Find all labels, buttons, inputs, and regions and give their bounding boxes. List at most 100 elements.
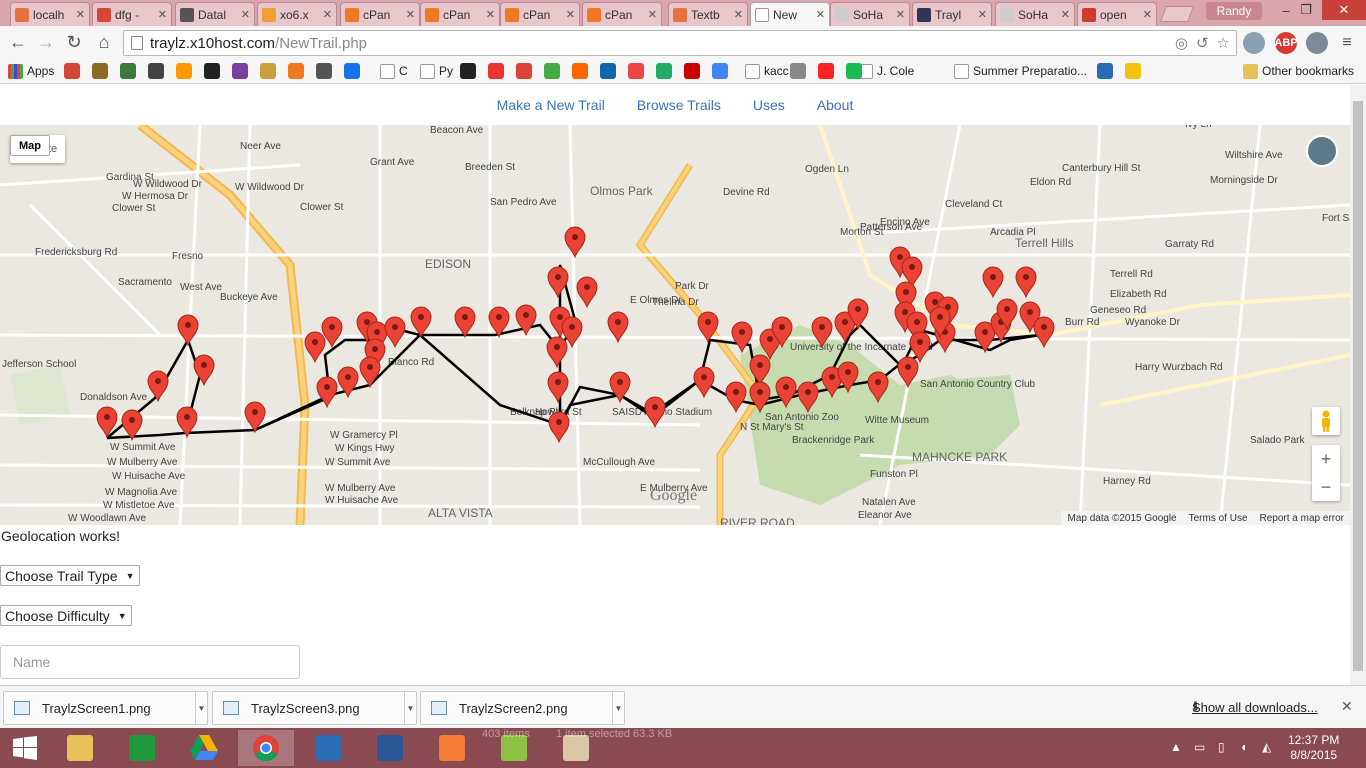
bookmark-favicon-icon[interactable] (92, 63, 108, 79)
tray-up-arrow-icon[interactable]: ▲ (1170, 740, 1182, 754)
bookmark-favicon-icon[interactable] (316, 63, 332, 79)
taskbar-store[interactable] (114, 730, 170, 766)
trail-point-marker-icon[interactable] (725, 381, 747, 414)
tab-close-icon[interactable]: ✕ (323, 8, 332, 21)
tab-close-icon[interactable]: ✕ (816, 8, 825, 21)
reload-icon[interactable]: ↻ (62, 30, 86, 54)
forward-icon[interactable]: → (34, 30, 58, 54)
bookmark-star-icon[interactable]: ☆ (1217, 34, 1230, 52)
nav-make-new-trail[interactable]: Make a New Trail (497, 97, 605, 113)
taskbar-word[interactable] (362, 730, 418, 766)
trail-point-marker-icon[interactable] (1015, 266, 1037, 299)
browser-tab[interactable]: dfg - ✕ (92, 2, 172, 26)
show-all-downloads-link[interactable]: Show all downloads... (1192, 700, 1318, 715)
trail-point-marker-icon[interactable] (564, 226, 586, 259)
close-icon[interactable]: ✕ (1341, 698, 1353, 715)
profile-button[interactable]: Randy (1206, 2, 1262, 20)
taskbar-chrome[interactable] (238, 730, 294, 766)
trail-point-marker-icon[interactable] (304, 331, 326, 364)
trail-point-marker-icon[interactable] (193, 354, 215, 387)
system-clock[interactable]: 12:37 PM 8/8/2015 (1288, 733, 1339, 763)
tab-close-icon[interactable]: ✕ (1061, 8, 1070, 21)
bookmark-favicon-icon[interactable] (1097, 63, 1113, 79)
trail-point-marker-icon[interactable] (359, 356, 381, 389)
bookmark-favicon-icon[interactable] (656, 63, 672, 79)
trail-point-marker-icon[interactable] (177, 314, 199, 347)
network-icon[interactable]: ◭ (1262, 740, 1271, 754)
chevron-down-icon[interactable]: ▼ (404, 692, 416, 724)
trail-point-marker-icon[interactable] (546, 336, 568, 369)
bookmark-favicon-icon[interactable] (232, 63, 248, 79)
browser-tab[interactable]: Datal ✕ (175, 2, 255, 26)
tab-close-icon[interactable]: ✕ (158, 8, 167, 21)
extension-icon[interactable] (1243, 32, 1265, 54)
trail-point-marker-icon[interactable] (454, 306, 476, 339)
scrollbar-thumb[interactable] (1353, 101, 1363, 671)
bookmark-favicon-icon[interactable] (712, 63, 728, 79)
bookmark-item[interactable]: kacc (745, 63, 789, 79)
trail-point-marker-icon[interactable] (548, 411, 570, 444)
browser-tab[interactable]: open ✕ (1077, 2, 1157, 26)
browser-tab[interactable]: cPan ✕ (340, 2, 420, 26)
new-tab-button[interactable] (1160, 6, 1194, 22)
browser-tab[interactable]: New ✕ (750, 2, 830, 26)
browser-tab[interactable]: cPan ✕ (500, 2, 580, 26)
taskbar-file-explorer[interactable] (52, 730, 108, 766)
bookmark-favicon-icon[interactable] (1125, 63, 1141, 79)
bookmark-favicon-icon[interactable] (204, 63, 220, 79)
map-canvas[interactable]: Olmos Park EDISON Terrell Hills Fredericksb… (0, 125, 1350, 525)
volume-icon[interactable]: ◖ (1240, 740, 1247, 754)
tab-close-icon[interactable]: ✕ (566, 8, 575, 21)
tab-close-icon[interactable]: ✕ (241, 8, 250, 21)
tab-close-icon[interactable]: ✕ (734, 8, 743, 21)
browser-tab[interactable]: SoHa ✕ (830, 2, 910, 26)
bookmark-favicon-icon[interactable] (628, 63, 644, 79)
location-icon[interactable]: ◎ (1175, 34, 1188, 52)
trail-point-marker-icon[interactable] (147, 370, 169, 403)
taskbar-xampp[interactable] (424, 730, 480, 766)
difficulty-select[interactable]: Choose Difficulty ▼ (0, 605, 132, 626)
browser-tab[interactable]: Textb ✕ (668, 2, 748, 26)
bookmark-favicon-icon[interactable] (260, 63, 276, 79)
browser-tab[interactable]: cPan ✕ (582, 2, 662, 26)
start-button[interactable] (0, 730, 50, 766)
bookmark-item[interactable]: J. Cole (858, 63, 914, 79)
trail-point-marker-icon[interactable] (384, 316, 406, 349)
download-item[interactable]: TraylzScreen2.png ▼ (420, 691, 625, 725)
bookmark-item[interactable]: Summer Preparatio... (954, 63, 1087, 79)
chevron-down-icon[interactable]: ▼ (195, 692, 207, 724)
globe-icon[interactable] (1306, 32, 1328, 54)
tab-close-icon[interactable]: ✕ (1143, 8, 1152, 21)
menu-icon[interactable]: ≡ (1336, 32, 1358, 54)
nav-browse-trails[interactable]: Browse Trails (637, 97, 721, 113)
bookmark-favicon-icon[interactable] (344, 63, 360, 79)
taskbar-powershell[interactable] (300, 730, 356, 766)
terms-link[interactable]: Terms of Use (1189, 513, 1248, 524)
tab-close-icon[interactable]: ✕ (896, 8, 905, 21)
bookmark-favicon-icon[interactable] (818, 63, 834, 79)
back-icon[interactable]: ← (6, 30, 30, 54)
bookmark-favicon-icon[interactable] (148, 63, 164, 79)
bookmark-favicon-icon[interactable] (176, 63, 192, 79)
bookmark-item[interactable]: C (380, 63, 408, 79)
zoom-out-button[interactable]: − (1312, 473, 1340, 501)
bookmark-favicon-icon[interactable] (790, 63, 806, 79)
bookmark-favicon-icon[interactable] (846, 63, 862, 79)
zoom-in-button[interactable]: + (1312, 445, 1340, 473)
bookmark-favicon-icon[interactable] (460, 63, 476, 79)
browser-tab[interactable]: localh ✕ (10, 2, 90, 26)
bookmark-apps[interactable]: Apps (8, 63, 54, 79)
browser-tab[interactable]: xo6.x ✕ (257, 2, 337, 26)
trail-point-marker-icon[interactable] (547, 266, 569, 299)
download-item[interactable]: TraylzScreen3.png ▼ (212, 691, 417, 725)
browser-tab[interactable]: SoHa ✕ (995, 2, 1075, 26)
battery-icon[interactable]: ▯ (1218, 740, 1225, 754)
tab-close-icon[interactable]: ✕ (406, 8, 415, 21)
nav-about[interactable]: About (817, 97, 854, 113)
bookmark-item[interactable]: Py (420, 63, 453, 79)
bookmark-favicon-icon[interactable] (64, 63, 80, 79)
tab-close-icon[interactable]: ✕ (486, 8, 495, 21)
bookmark-favicon-icon[interactable] (516, 63, 532, 79)
trail-point-marker-icon[interactable] (547, 371, 569, 404)
user-avatar[interactable] (1306, 135, 1338, 167)
